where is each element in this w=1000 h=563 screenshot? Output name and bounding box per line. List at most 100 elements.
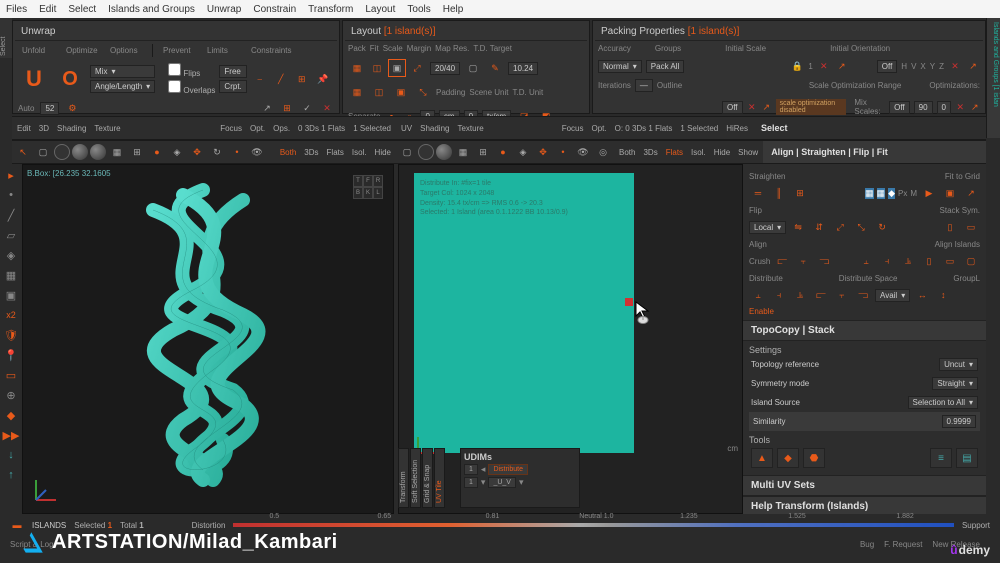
td-picker-icon[interactable]: ✎	[486, 59, 504, 77]
uv-wire-icon[interactable]	[418, 144, 434, 160]
pack-icon-4[interactable]: ◫	[370, 83, 388, 101]
uv-move-icon[interactable]: ✥	[534, 143, 552, 161]
mode-hide-uv[interactable]: Hide	[711, 148, 733, 157]
crpt-dropdown[interactable]: Crpt.	[219, 80, 246, 93]
sor-off[interactable]: Off	[722, 101, 743, 114]
avail-dropdown[interactable]: Avail ▾	[875, 289, 910, 302]
topref-val[interactable]: Uncut ▾	[939, 358, 978, 371]
flips-checkbox[interactable]	[168, 63, 181, 76]
uv-target-icon[interactable]: ◎	[594, 143, 612, 161]
align-b-icon[interactable]: ⫡	[899, 252, 917, 270]
bug-link[interactable]: Bug	[860, 540, 874, 549]
iscale-arrow-icon[interactable]: ↗	[835, 59, 849, 73]
flip-r-icon[interactable]: ↻	[873, 218, 891, 236]
frequest-link[interactable]: F. Request	[884, 540, 922, 549]
lbl-m[interactable]: M	[910, 189, 917, 198]
iter-val[interactable]: —	[635, 79, 653, 92]
align-i3-icon[interactable]: ▢	[962, 252, 980, 270]
tool-down[interactable]: ↓	[2, 446, 20, 464]
uv-solid-icon[interactable]	[436, 144, 452, 160]
mode-3ds-uv[interactable]: 3Ds	[640, 148, 660, 157]
tool-vertex[interactable]: •	[2, 186, 20, 204]
local-dropdown[interactable]: Local ▾	[749, 221, 786, 234]
axis-h[interactable]: H	[901, 62, 907, 71]
uv-dot-icon[interactable]: ●	[494, 143, 512, 161]
iscale-lock-icon[interactable]: 🔒	[790, 59, 804, 73]
mode-flats-3d[interactable]: Flats	[324, 148, 347, 157]
menu-unwrap[interactable]: Unwrap	[207, 4, 241, 15]
mesh-icon[interactable]: ◈	[168, 143, 186, 161]
right-side-tab[interactable]: Islands and Groups [1 islan	[986, 18, 1000, 138]
stack-icon-2[interactable]: ▭	[962, 218, 980, 236]
dist-h2-icon[interactable]: ⫍	[812, 286, 830, 304]
arrow-icon[interactable]: ↗	[260, 101, 274, 115]
grid-icon[interactable]: ⊞	[280, 101, 294, 115]
straighten-g-icon[interactable]: ⊞	[791, 184, 809, 202]
margin-value[interactable]: 20/40	[430, 62, 460, 75]
free-dropdown[interactable]: Free	[219, 65, 246, 78]
iscale-x-icon[interactable]: ✕	[817, 59, 831, 73]
mode-isol-uv[interactable]: Isol.	[688, 148, 709, 157]
fit-tile-3[interactable]: ◆	[888, 188, 895, 199]
topo-tool-4[interactable]: ≡	[930, 448, 952, 468]
mode-both-uv[interactable]: Both	[616, 148, 638, 157]
clear-icon[interactable]: ✕	[320, 101, 334, 115]
axis-v[interactable]: V	[911, 62, 916, 71]
viewport-3d[interactable]: B.Box: [26.235 32.1605 TFRBKL	[22, 164, 394, 514]
scale-icon-2[interactable]: ⤡	[414, 83, 432, 101]
tool-island[interactable]: ◈	[2, 246, 20, 264]
checker-icon[interactable]: ▦	[108, 143, 126, 161]
tool-magnet[interactable]: ⊕	[2, 386, 20, 404]
ms-0[interactable]: 0	[937, 101, 951, 114]
space-h-icon[interactable]: ↔	[913, 286, 931, 304]
fit-arrow-icon[interactable]: ↗	[962, 184, 980, 202]
mode-3ds[interactable]: 3Ds	[301, 148, 321, 157]
tool-sym[interactable]: ◆	[2, 406, 20, 424]
orient-arrow-icon[interactable]: ↗	[966, 59, 980, 73]
uv-eye-icon[interactable]: 👁	[574, 143, 592, 161]
pack-icon-3[interactable]: ▦	[348, 83, 366, 101]
align-i2-icon[interactable]: ▭	[941, 252, 959, 270]
udim-one2[interactable]: 1	[464, 477, 478, 488]
mode-show-uv[interactable]: Show	[735, 148, 761, 157]
straighten-v-icon[interactable]: ║	[770, 184, 788, 202]
multiuv-title[interactable]: Multi UV Sets	[743, 475, 986, 496]
menu-transform[interactable]: Transform	[308, 4, 353, 15]
pack-icon-5[interactable]: ▣	[392, 83, 410, 101]
cursor-icon[interactable]: ↖	[14, 143, 32, 161]
check-icon[interactable]: ✓	[300, 101, 314, 115]
enable-label[interactable]: Enable	[749, 307, 774, 316]
align-l-icon[interactable]: ⫍	[773, 252, 791, 270]
dot-icon[interactable]: •	[228, 143, 246, 161]
td-spin[interactable]: 10.24	[508, 62, 538, 75]
uv-box-icon[interactable]: ▢	[398, 143, 416, 161]
menu-layout[interactable]: Layout	[365, 4, 395, 15]
vtab-transform[interactable]: Transform	[398, 448, 409, 508]
align-i1-icon[interactable]: ▯	[920, 252, 938, 270]
fit-tile-1[interactable]: ▦	[865, 188, 874, 199]
axis-y[interactable]: Y	[930, 62, 935, 71]
uv-grid-icon[interactable]: ⊞	[474, 143, 492, 161]
align-r-icon[interactable]: ⫎	[815, 252, 833, 270]
rotate-icon[interactable]: ↻	[208, 143, 226, 161]
overlaps-checkbox[interactable]	[168, 80, 181, 93]
vtab-uvtile[interactable]: UV Tile	[434, 448, 445, 508]
fit-tile-4[interactable]: ▣	[941, 184, 959, 202]
ms-arrow-icon[interactable]: ↗	[970, 100, 981, 114]
menu-islands[interactable]: Islands and Groups	[108, 4, 195, 15]
sor-x-icon[interactable]: ✕	[747, 100, 758, 114]
topo-tool-1[interactable]: ▲	[751, 448, 773, 468]
constraint-icon-3[interactable]: ⊞	[293, 70, 311, 88]
flip-h-icon[interactable]: ⇋	[789, 218, 807, 236]
pack-icon-2[interactable]: ◫	[368, 59, 386, 77]
auto-value[interactable]: 52	[40, 102, 59, 115]
straighten-h-icon[interactable]: ═	[749, 184, 767, 202]
axis-x[interactable]: X	[920, 62, 925, 71]
tool-element[interactable]: ▣	[2, 286, 20, 304]
align-t-icon[interactable]: ⫠	[857, 252, 875, 270]
tool-x2[interactable]: x2	[2, 306, 20, 324]
space-v-icon[interactable]: ↕	[934, 286, 952, 304]
mix-dropdown[interactable]: Mix ▾	[90, 65, 155, 78]
pack-icon-1[interactable]: ▦	[348, 59, 366, 77]
uv-checker-icon[interactable]: ▦	[454, 143, 472, 161]
